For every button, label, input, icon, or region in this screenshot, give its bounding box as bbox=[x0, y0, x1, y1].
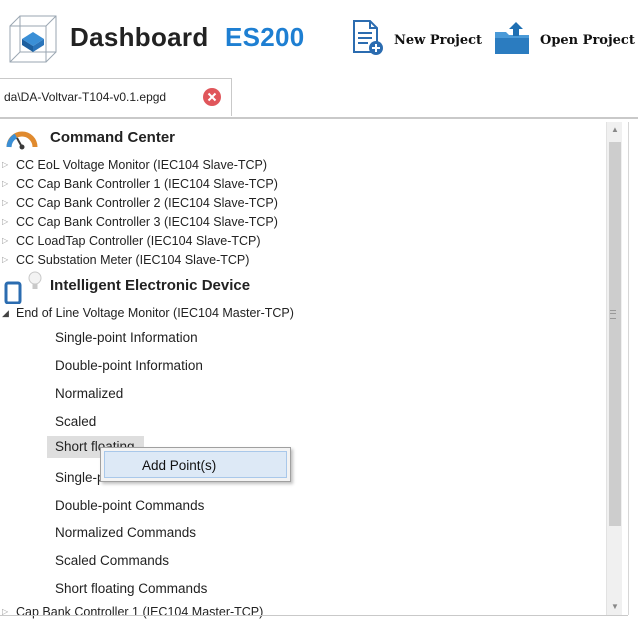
tree-child-normalized[interactable]: Normalized bbox=[55, 386, 123, 401]
context-menu: Add Point(s) bbox=[100, 447, 291, 482]
tree-item-cc-substation[interactable]: ▷ CC Substation Meter (IEC104 Slave-TCP) bbox=[0, 251, 249, 269]
product-name: ES200 bbox=[225, 22, 305, 52]
command-center-title: Command Center bbox=[50, 129, 176, 146]
tree-item-eol-voltage-monitor[interactable]: ◢ End of Line Voltage Monitor (IEC104 Mas… bbox=[0, 304, 294, 322]
scroll-up-icon[interactable]: ▲ bbox=[607, 122, 623, 138]
open-folder-icon bbox=[492, 18, 532, 63]
tree-child-scaled-commands[interactable]: Scaled Commands bbox=[55, 553, 169, 568]
tree-item-label: CC LoadTap Controller (IEC104 Slave-TCP) bbox=[16, 234, 261, 248]
tree-item-cap-bank-controller-1[interactable]: ▷ Cap Bank Controller 1 (IEC104 Master-TC… bbox=[0, 603, 263, 619]
tree-child-short-floating-commands[interactable]: Short floating Commands bbox=[55, 581, 207, 596]
gauge-icon bbox=[6, 125, 38, 160]
add-points-menu-item[interactable]: Add Point(s) bbox=[104, 451, 287, 478]
triangle-right-icon[interactable]: ▷ bbox=[0, 213, 16, 231]
scroll-down-icon[interactable]: ▼ bbox=[607, 599, 623, 615]
close-circle-icon[interactable] bbox=[203, 88, 221, 106]
triangle-right-icon[interactable]: ▷ bbox=[0, 251, 16, 269]
tree-child-double-point-commands[interactable]: Double-point Commands bbox=[55, 498, 204, 513]
page-title: Dashboard bbox=[70, 22, 209, 52]
tree-item-label: CC EoL Voltage Monitor (IEC104 Slave-TCP… bbox=[16, 158, 268, 172]
new-project-button[interactable]: New Project bbox=[350, 18, 483, 63]
triangle-right-icon[interactable]: ▷ bbox=[0, 603, 16, 619]
tab-divider bbox=[0, 117, 638, 119]
triangle-right-icon[interactable]: ▷ bbox=[0, 194, 16, 212]
new-document-icon bbox=[350, 18, 386, 63]
tree-child-normalized-commands[interactable]: Normalized Commands bbox=[55, 525, 196, 540]
document-tab[interactable]: da\DA-Voltvar-T104-v0.1.epgd bbox=[0, 78, 232, 116]
open-project-label: Open Project bbox=[540, 32, 635, 48]
document-tab-strip: da\DA-Voltvar-T104-v0.1.epgd bbox=[0, 78, 638, 117]
tree-item-cc-capbank3[interactable]: ▷ CC Cap Bank Controller 3 (IEC104 Slave-… bbox=[0, 213, 278, 231]
tree-child-double-point-info[interactable]: Double-point Information bbox=[55, 358, 203, 373]
tree-item-label: CC Cap Bank Controller 1 (IEC104 Slave-T… bbox=[16, 177, 278, 191]
tree-item-label: Cap Bank Controller 1 (IEC104 Master-TCP… bbox=[16, 605, 264, 619]
panel-bottom-border bbox=[0, 615, 628, 616]
tree-scrollbar[interactable]: ▲ ▼ bbox=[606, 122, 622, 615]
tree-child-single-point-info[interactable]: Single-point Information bbox=[55, 330, 198, 345]
cube-logo-icon bbox=[6, 12, 61, 67]
tree-item-label: CC Cap Bank Controller 2 (IEC104 Slave-T… bbox=[16, 196, 278, 210]
document-tab-label: da\DA-Voltvar-T104-v0.1.epgd bbox=[4, 90, 167, 104]
ied-title: Intelligent Electronic Device bbox=[50, 277, 251, 294]
triangle-down-icon[interactable]: ◢ bbox=[0, 304, 16, 322]
triangle-right-icon[interactable]: ▷ bbox=[0, 232, 16, 250]
triangle-right-icon[interactable]: ▷ bbox=[0, 156, 16, 174]
tree-item-cc-capbank2[interactable]: ▷ CC Cap Bank Controller 2 (IEC104 Slave-… bbox=[0, 194, 278, 212]
tree-item-label: CC Substation Meter (IEC104 Slave-TCP) bbox=[16, 253, 250, 267]
project-tree: Command Center ▷ CC EoL Voltage Monitor (… bbox=[0, 122, 606, 619]
tree-item-label: End of Line Voltage Monitor (IEC104 Mast… bbox=[16, 306, 294, 320]
grip-icon bbox=[610, 310, 616, 319]
open-project-button[interactable]: Open Project bbox=[492, 20, 635, 60]
tree-item-cc-loadtap[interactable]: ▷ CC LoadTap Controller (IEC104 Slave-TCP… bbox=[0, 232, 261, 250]
app-header: Dashboard ES200 New Project Open Project bbox=[0, 0, 638, 78]
tree-child-scaled[interactable]: Scaled bbox=[55, 414, 96, 429]
tree-item-label: CC Cap Bank Controller 3 (IEC104 Slave-T… bbox=[16, 215, 278, 229]
triangle-right-icon[interactable]: ▷ bbox=[0, 175, 16, 193]
tree-item-cc-capbank1[interactable]: ▷ CC Cap Bank Controller 1 (IEC104 Slave-… bbox=[0, 175, 278, 193]
scrollbar-thumb[interactable] bbox=[609, 142, 621, 526]
add-points-label: Add Point(s) bbox=[142, 458, 217, 473]
new-project-label: New Project bbox=[394, 32, 483, 48]
tree-item-cc-eol[interactable]: ▷ CC EoL Voltage Monitor (IEC104 Slave-TC… bbox=[0, 156, 267, 174]
panel-edge bbox=[628, 122, 633, 615]
